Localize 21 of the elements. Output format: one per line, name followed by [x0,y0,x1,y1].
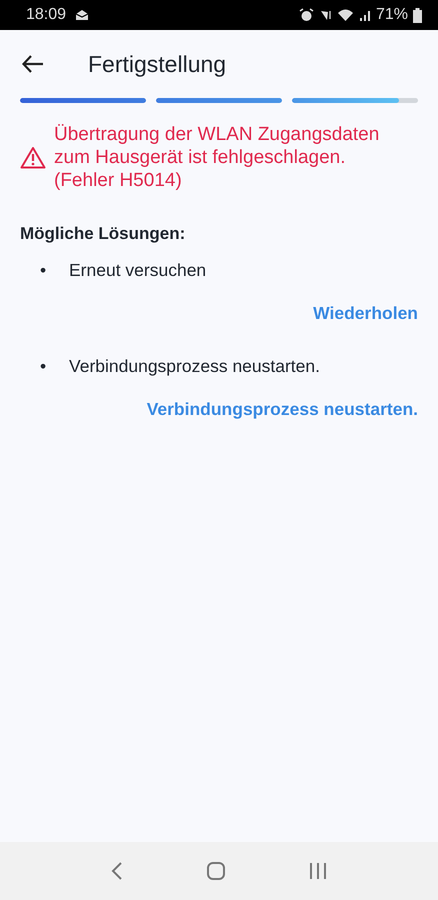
mail-icon [75,9,90,21]
solution-text: Verbindungsprozess neustarten. [69,356,320,377]
action-link[interactable]: Verbindungsprozess neustarten. [146,399,418,420]
warning-icon [20,146,46,169]
bullet: • [40,356,48,377]
battery-icon [413,8,422,22]
wifi-icon [336,8,354,22]
screen-title: Fertigstellung [88,50,226,78]
alarm-icon [298,8,314,22]
home-icon[interactable] [206,861,226,881]
recent-apps-icon[interactable] [308,862,327,880]
back-arrow-icon[interactable] [22,55,44,73]
solution-text: Erneut versuchen [69,260,206,281]
status-time: 18:09 [26,6,66,24]
error-message: Übertragung der WLAN Zugangsdaten zum Hausgerät ist fehlgeschlagen. (Fehler H5014) [54,123,380,192]
battery-percentage: 71% [376,6,408,24]
solutions-heading: Mögliche Lösungen: [19,223,186,244]
bullet: • [40,260,48,281]
action-link[interactable]: Wiederholen [313,303,418,324]
back-nav-icon[interactable] [111,861,124,881]
signal-icon [358,8,371,22]
